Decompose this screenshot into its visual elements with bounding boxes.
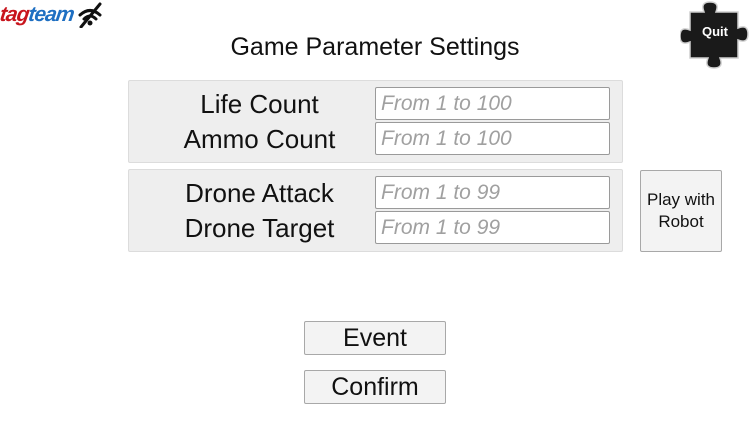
page-title: Game Parameter Settings	[230, 33, 520, 61]
logo-text: tagteam	[0, 3, 76, 26]
life-count-label: Life Count	[200, 89, 319, 119]
drone-attack-input[interactable]	[375, 176, 610, 209]
quit-button[interactable]: Quit	[679, 0, 750, 72]
drone-settings-panel: Drone Attack Drone Target	[128, 169, 623, 252]
life-count-input[interactable]	[375, 87, 610, 120]
ammo-count-input[interactable]	[375, 122, 610, 155]
wifi-icon	[78, 2, 102, 28]
life-count-row: Life Count	[129, 87, 622, 122]
drone-target-label: Drone Target	[184, 213, 335, 243]
drone-attack-row: Drone Attack	[129, 176, 622, 211]
event-button[interactable]: Event	[304, 321, 446, 355]
robot-button-line2: Robot	[658, 212, 704, 231]
play-with-robot-button[interactable]: Play with Robot	[640, 170, 722, 252]
puzzle-piece-icon	[679, 1, 749, 69]
confirm-button[interactable]: Confirm	[304, 370, 446, 404]
ammo-count-row: Ammo Count	[129, 122, 622, 157]
drone-target-row: Drone Target	[129, 211, 622, 246]
tagteam-logo: tagteam	[0, 0, 104, 30]
drone-attack-label: Drone Attack	[185, 178, 334, 208]
count-settings-panel: Life Count Ammo Count	[128, 80, 623, 163]
drone-target-input[interactable]	[375, 211, 610, 244]
robot-button-line1: Play with	[646, 190, 716, 209]
ammo-count-label: Ammo Count	[183, 124, 336, 154]
